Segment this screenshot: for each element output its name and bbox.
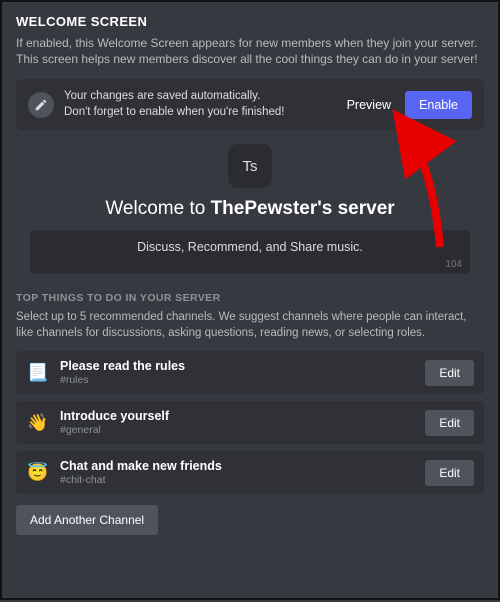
channel-row: 😇 Chat and make new friends #chit-chat E… — [16, 451, 484, 494]
server-description-value: Discuss, Recommend, and Share music. — [137, 240, 363, 254]
channel-title: Chat and make new friends — [60, 459, 415, 474]
server-name: ThePewster's server — [211, 198, 395, 219]
top-things-subheading: Select up to 5 recommended channels. We … — [16, 310, 484, 341]
save-banner-line1: Your changes are saved automatically. — [64, 89, 331, 105]
server-description-input[interactable]: Discuss, Recommend, and Share music. 104 — [30, 230, 470, 274]
channel-name: #rules — [60, 374, 415, 386]
halo-emoji-icon: 😇 — [26, 461, 50, 485]
page-title: WELCOME SCREEN — [16, 14, 484, 29]
channel-name: #chit-chat — [60, 474, 415, 486]
page-description: If enabled, this Welcome Screen appears … — [16, 35, 484, 67]
save-banner-text: Your changes are saved automatically. Do… — [64, 89, 331, 120]
edit-button[interactable]: Edit — [425, 410, 474, 436]
wave-emoji-icon: 👋 — [26, 411, 50, 435]
channel-row: 👋 Introduce yourself #general Edit — [16, 401, 484, 444]
edit-button[interactable]: Edit — [425, 360, 474, 386]
channel-title: Introduce yourself — [60, 409, 415, 424]
pencil-icon — [28, 92, 54, 118]
server-icon: Ts — [228, 144, 272, 188]
edit-button[interactable]: Edit — [425, 460, 474, 486]
preview-button[interactable]: Preview — [341, 92, 397, 118]
channel-row: 📃 Please read the rules #rules Edit — [16, 351, 484, 394]
channel-title: Please read the rules — [60, 359, 415, 374]
enable-button[interactable]: Enable — [405, 91, 472, 119]
add-channel-button[interactable]: Add Another Channel — [16, 505, 158, 535]
welcome-prefix: Welcome to — [105, 198, 210, 219]
channel-name: #general — [60, 424, 415, 436]
save-banner-line2: Don't forget to enable when you're finis… — [64, 105, 331, 121]
char-count: 104 — [445, 259, 462, 270]
save-banner: Your changes are saved automatically. Do… — [16, 79, 484, 130]
welcome-heading: Welcome to ThePewster's server — [16, 198, 484, 220]
top-things-heading: TOP THINGS TO DO IN YOUR SERVER — [16, 292, 484, 304]
rules-emoji-icon: 📃 — [26, 361, 50, 385]
